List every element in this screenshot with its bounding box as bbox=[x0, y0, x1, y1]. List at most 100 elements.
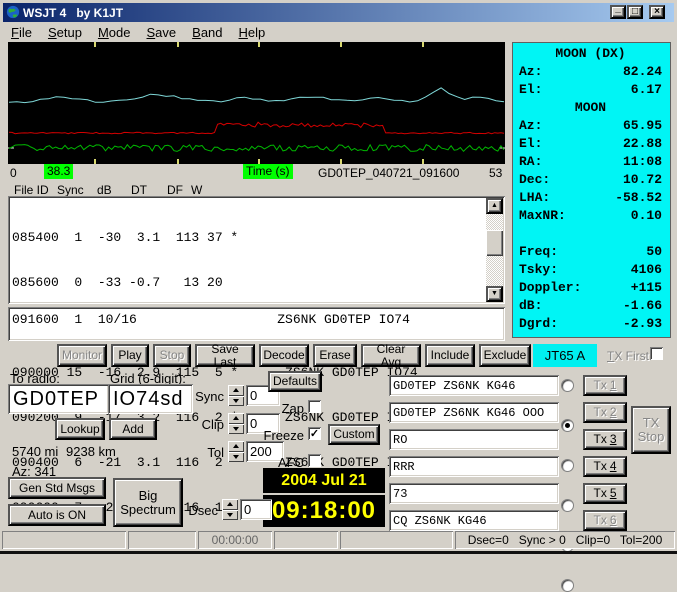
gen-std-msgs-button[interactable]: Gen Std Msgs bbox=[8, 477, 106, 499]
tx6-button[interactable]: Tx6 bbox=[583, 510, 627, 531]
save-last-button[interactable]: Save Last bbox=[195, 344, 255, 367]
custom-button[interactable]: Custom bbox=[328, 424, 380, 445]
sync-spinner[interactable] bbox=[228, 385, 244, 406]
moon-dx-az-value: 82.24 bbox=[623, 64, 662, 82]
tx6-radio[interactable] bbox=[561, 579, 574, 592]
moon-maxnr-label: MaxNR: bbox=[519, 208, 566, 226]
menu-help[interactable]: Help bbox=[231, 23, 274, 42]
menu-mode[interactable]: Mode bbox=[90, 23, 139, 42]
lookup-button[interactable]: Lookup bbox=[55, 418, 105, 440]
average-decode-row: 091600 1 10/16 ZS6NK GD0TEP IO74 bbox=[12, 312, 410, 327]
clear-avg-button[interactable]: Clear Avg bbox=[361, 344, 421, 367]
monitor-button[interactable]: Monitor bbox=[57, 344, 107, 367]
check-icon: ✓ bbox=[310, 427, 319, 440]
exclude-button[interactable]: Exclude bbox=[479, 344, 531, 367]
menu-setup[interactable]: Setup bbox=[40, 23, 90, 42]
tol-spinner[interactable] bbox=[228, 441, 244, 462]
status-panel bbox=[274, 531, 338, 549]
tx4-radio[interactable] bbox=[561, 499, 574, 512]
decode-list[interactable]: 085400 1 -30 3.1 113 37 * 085600 0 -33 -… bbox=[8, 196, 505, 304]
time-axis-start: 0 bbox=[10, 166, 17, 180]
status-clock: 00:00:00 bbox=[198, 531, 272, 549]
clip-spinner[interactable] bbox=[228, 413, 244, 434]
big-spectrum-button[interactable]: Big Spectrum bbox=[113, 478, 183, 527]
add-button[interactable]: Add bbox=[109, 418, 157, 440]
dsec-value[interactable]: 0 bbox=[240, 499, 272, 520]
minimize-button[interactable]: _ bbox=[610, 5, 626, 19]
clip-label: Clip bbox=[186, 417, 224, 432]
spin-down-icon[interactable] bbox=[228, 424, 244, 435]
stop-button[interactable]: Stop bbox=[153, 344, 191, 367]
decode-button[interactable]: Decode bbox=[259, 344, 309, 367]
scroll-down-button[interactable]: ▼ bbox=[486, 286, 503, 302]
grid-input[interactable]: IO74sd bbox=[108, 384, 193, 414]
spin-up-icon[interactable] bbox=[228, 441, 244, 452]
tx4-message-input[interactable]: RRR bbox=[389, 456, 559, 477]
freq-value: 50 bbox=[646, 244, 662, 262]
tx3-message-input[interactable]: RO bbox=[389, 429, 559, 450]
to-radio-input[interactable]: GD0TEP bbox=[8, 384, 109, 414]
spin-up-icon[interactable] bbox=[228, 413, 244, 424]
tx1-message-input[interactable]: GD0TEP ZS6NK KG46 bbox=[389, 375, 559, 396]
doppler-label: Doppler: bbox=[519, 280, 581, 298]
tx3-radio[interactable] bbox=[561, 459, 574, 472]
defaults-button[interactable]: Defaults bbox=[268, 371, 322, 392]
mode-badge: JT65 A bbox=[533, 344, 597, 367]
menubar: File Setup Mode Save Band Help bbox=[3, 22, 674, 42]
decode-row: 085400 1 -30 3.1 113 37 * bbox=[12, 230, 418, 245]
tx-first-checkbox[interactable] bbox=[650, 347, 663, 360]
tsky-value: 4106 bbox=[631, 262, 662, 280]
reference-level-trace bbox=[9, 122, 504, 134]
spin-down-icon[interactable] bbox=[228, 396, 244, 407]
tx6-message-input[interactable]: CQ ZS6NK KG46 bbox=[389, 510, 559, 531]
spectrum-display bbox=[8, 42, 505, 164]
tx-stop-button[interactable]: TX Stop bbox=[631, 406, 671, 454]
wav-filename: GD0TEP_040721_091600 bbox=[318, 166, 459, 180]
tsky-label: Tsky: bbox=[519, 262, 558, 280]
col-w: W bbox=[191, 183, 202, 197]
decode-scrollbar[interactable]: ▲ ▼ bbox=[486, 198, 503, 302]
doppler-value: +115 bbox=[631, 280, 662, 298]
menu-save[interactable]: Save bbox=[139, 23, 185, 42]
titlebar[interactable]: WSJT 4 by K1JT _ □ × bbox=[3, 3, 674, 22]
freeze-checkbox[interactable]: ✓ bbox=[308, 427, 321, 440]
moon-dx-el-label: El: bbox=[519, 82, 542, 100]
col-sync: Sync bbox=[57, 183, 84, 197]
spin-down-icon[interactable] bbox=[228, 452, 244, 463]
dsec-spinner[interactable] bbox=[222, 499, 238, 520]
average-decode-box[interactable]: 091600 1 10/16 ZS6NK GD0TEP IO74 bbox=[8, 307, 505, 341]
close-button[interactable]: × bbox=[649, 5, 665, 19]
moon-az-label: Az: bbox=[519, 118, 542, 136]
tx4-button[interactable]: Tx4 bbox=[583, 456, 627, 477]
erase-button[interactable]: Erase bbox=[313, 344, 357, 367]
tx1-button[interactable]: Tx1 bbox=[583, 375, 627, 396]
include-button[interactable]: Include bbox=[425, 344, 475, 367]
spin-down-icon[interactable] bbox=[222, 510, 238, 521]
dgrd-value: -2.93 bbox=[623, 316, 662, 334]
spin-up-icon[interactable] bbox=[222, 499, 238, 510]
tx5-button[interactable]: Tx5 bbox=[583, 483, 627, 504]
zap-checkbox[interactable] bbox=[308, 400, 321, 413]
tx5-message-input[interactable]: 73 bbox=[389, 483, 559, 504]
scroll-up-button[interactable]: ▲ bbox=[486, 198, 503, 214]
maximize-button[interactable]: □ bbox=[627, 5, 643, 19]
scrollbar-thumb[interactable] bbox=[486, 230, 503, 256]
tx3-button[interactable]: Tx3 bbox=[583, 429, 627, 450]
tx2-radio[interactable] bbox=[561, 419, 574, 432]
spin-up-icon[interactable] bbox=[228, 385, 244, 396]
minimize-icon: _ bbox=[615, 4, 621, 15]
dgrd-label: Dgrd: bbox=[519, 316, 558, 334]
moon-title: MOON bbox=[575, 100, 606, 118]
moon-spacer bbox=[519, 226, 662, 244]
db-value: -1.66 bbox=[623, 298, 662, 316]
tx2-button[interactable]: Tx2 bbox=[583, 402, 627, 423]
tx1-radio[interactable] bbox=[561, 379, 574, 392]
play-button[interactable]: Play bbox=[111, 344, 149, 367]
distance-km: 9238 km bbox=[66, 444, 116, 459]
menu-file[interactable]: File bbox=[3, 23, 40, 42]
auto-toggle-button[interactable]: Auto is ON bbox=[8, 504, 106, 526]
afc-checkbox[interactable] bbox=[308, 454, 321, 467]
menu-band[interactable]: Band bbox=[184, 23, 230, 42]
tx2-message-input[interactable]: GD0TEP ZS6NK KG46 OOO bbox=[389, 402, 559, 423]
dsec-label: Dsec bbox=[180, 503, 218, 518]
